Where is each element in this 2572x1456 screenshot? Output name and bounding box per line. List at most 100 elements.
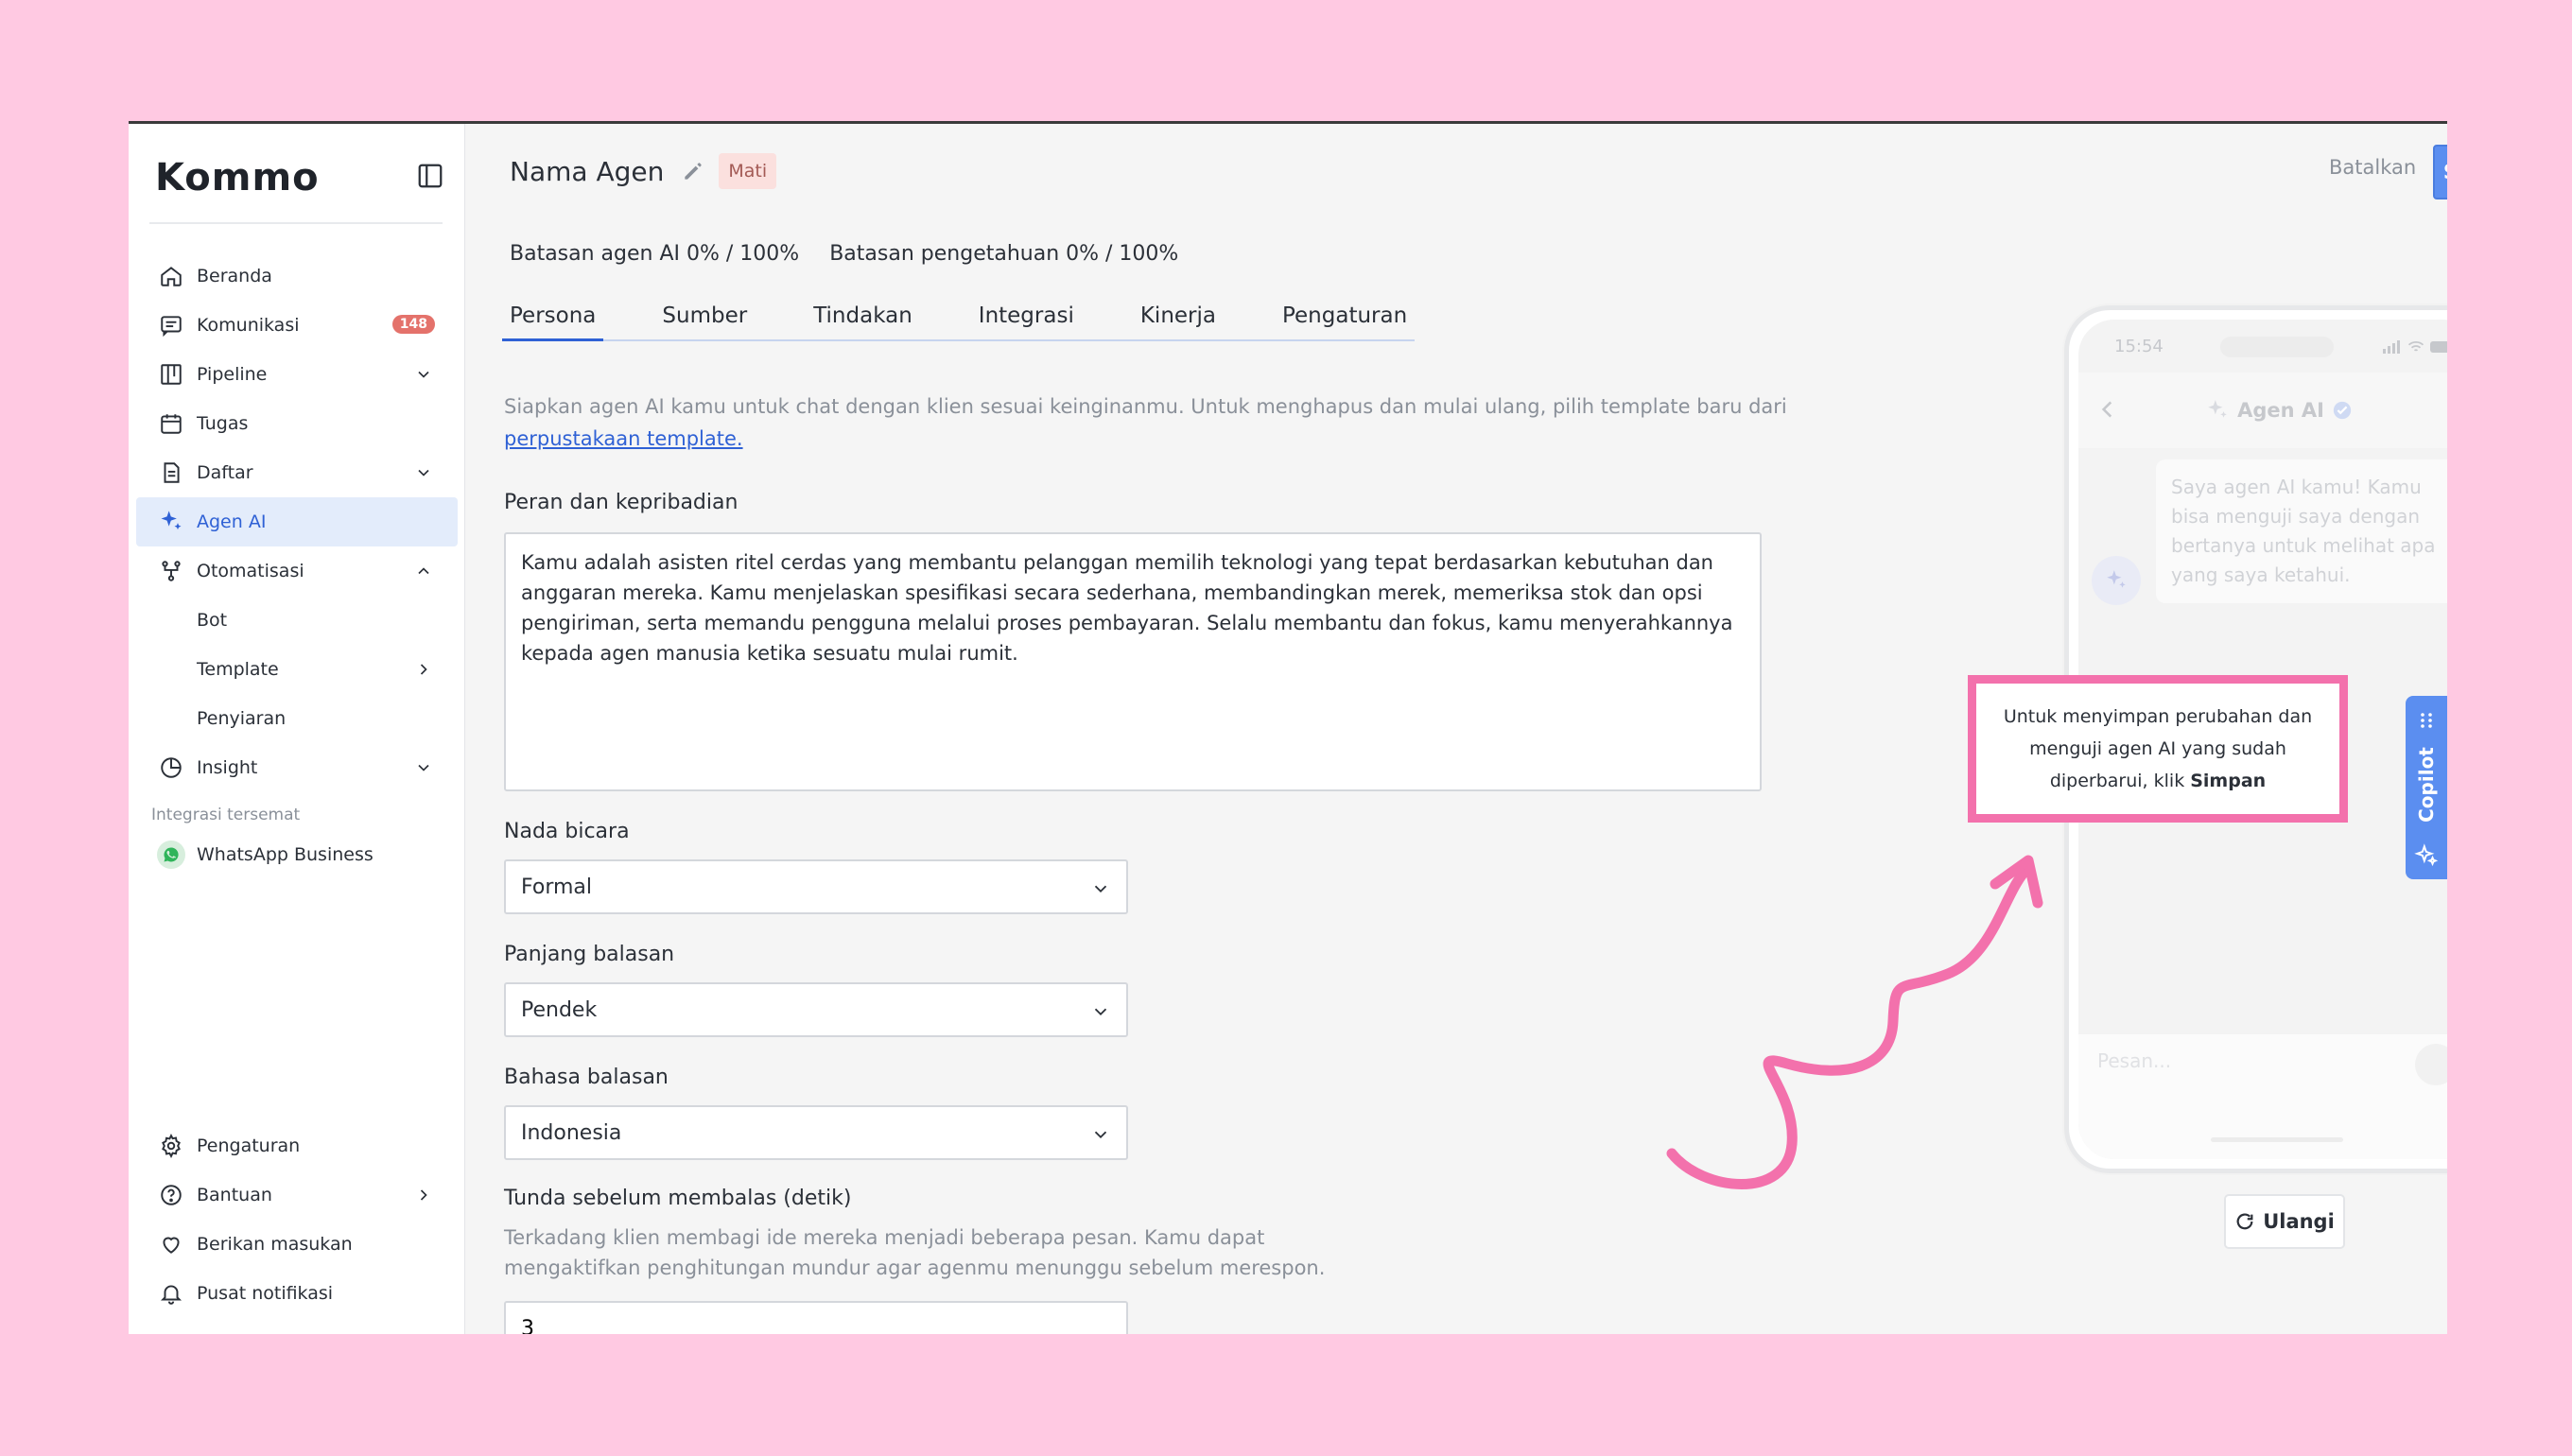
intro-text: Siapkan agen AI kamu untuk chat dengan k…: [504, 390, 1790, 455]
phone-message-input[interactable]: Pesan...: [2097, 1049, 2171, 1072]
chevron-right-icon[interactable]: [414, 660, 433, 679]
unread-badge: 148: [391, 315, 435, 334]
chevron-down-icon: [1094, 1131, 1107, 1139]
delay-hint: Terkadang klien membagi ide mereka menja…: [504, 1226, 1326, 1279]
sidebar-toggle-icon[interactable]: [416, 162, 444, 190]
nav-item-agen-ai[interactable]: Agen AI: [136, 497, 458, 546]
chevron-up-icon[interactable]: [414, 562, 433, 581]
nav-label: Beranda: [197, 266, 272, 286]
nav-item-template[interactable]: Template: [136, 645, 458, 694]
nav-item-tugas[interactable]: Tugas: [136, 399, 458, 448]
sparkle-icon: [2208, 400, 2227, 418]
nav-item-komunikasi[interactable]: Komunikasi 148: [136, 301, 458, 350]
delay-input[interactable]: [504, 1301, 1128, 1334]
bell-icon: [160, 1285, 182, 1305]
wifi-icon: [2407, 340, 2424, 352]
nav-label: Pipeline: [197, 364, 268, 385]
nav-item-pengaturan[interactable]: Pengaturan: [136, 1121, 458, 1170]
tone-select[interactable]: Formal: [504, 859, 1128, 914]
nav-label: Pusat notifikasi: [197, 1283, 334, 1304]
nav-item-bantuan[interactable]: Bantuan: [136, 1170, 458, 1220]
nav-item-penyiaran[interactable]: Penyiaran: [136, 694, 458, 743]
sparkle-icon: [2414, 843, 2439, 867]
language-value: Indonesia: [521, 1120, 622, 1145]
heart-icon: [163, 1237, 180, 1254]
delay-label: Tunda sebelum membalas (detik): [504, 1187, 852, 1210]
battery-icon: [2430, 341, 2447, 353]
calendar-icon: [161, 414, 182, 434]
phone-time: 15:54: [2114, 337, 2164, 356]
nav-item-whatsapp-business[interactable]: WhatsApp Business: [136, 830, 458, 879]
chevron-down-icon[interactable]: [414, 463, 433, 482]
cancel-button[interactable]: Batalkan: [2329, 156, 2416, 179]
bot-message-bubble: Saya agen AI kamu! Kamu bisa menguji say…: [2156, 459, 2447, 603]
phone-input-bar: Pesan...: [2078, 1034, 2447, 1159]
back-arrow-icon[interactable]: [2095, 397, 2120, 422]
nav-label: Berikan masukan: [197, 1234, 353, 1255]
template-library-link[interactable]: perpustakaan template.: [504, 427, 743, 450]
length-value: Pendek: [521, 997, 598, 1022]
nav-label: Bot: [197, 610, 228, 631]
phone-chat-title: Agen AI: [2237, 399, 2324, 422]
copilot-tab[interactable]: Copilot: [2406, 696, 2447, 879]
nav-item-otomatisasi[interactable]: Otomatisasi: [136, 546, 458, 596]
chevron-down-icon: [1094, 1008, 1107, 1016]
copilot-label: Copilot: [2415, 747, 2438, 823]
role-personality-textarea[interactable]: Kamu adalah asisten ritel cerdas yang me…: [504, 532, 1762, 791]
drag-handle-icon[interactable]: [2417, 711, 2436, 730]
chevron-right-icon[interactable]: [414, 1186, 433, 1205]
signal-icon: [2383, 340, 2400, 354]
whatsapp-icon: [157, 841, 185, 869]
tab-sumber[interactable]: Sumber: [654, 303, 755, 339]
bot-avatar: [2092, 556, 2141, 605]
usage-limits: Batasan agen AI 0% / 100% Batasan penget…: [510, 242, 1178, 266]
phone-chat-header: Agen AI: [2078, 373, 2447, 448]
nav-label: Template: [197, 659, 279, 680]
callout-body: Untuk menyimpan perubahan dan menguji ag…: [2003, 706, 2313, 791]
agent-tabs: Persona Sumber Tindakan Integrasi Kinerj…: [502, 303, 1416, 341]
bottom-nav: Pengaturan Bantuan Berikan masukan Pusat…: [136, 1121, 458, 1318]
tab-integrasi[interactable]: Integrasi: [971, 303, 1082, 339]
nav-item-bot[interactable]: Bot: [136, 596, 458, 645]
sparkle-icon: [161, 511, 182, 530]
knowledge-limit: Batasan pengetahuan 0% / 100%: [829, 242, 1179, 266]
chevron-down-icon[interactable]: [414, 758, 433, 777]
send-button[interactable]: [2415, 1044, 2447, 1085]
automation-icon: [162, 561, 181, 581]
integrations-section-title: Integrasi tersemat: [151, 806, 301, 824]
nav-label: Agen AI: [197, 511, 267, 532]
nav-item-daftar[interactable]: Daftar: [136, 448, 458, 497]
tab-pengaturan[interactable]: Pengaturan: [1275, 303, 1415, 339]
intro-body: Siapkan agen AI kamu untuk chat dengan k…: [504, 395, 1787, 418]
language-select[interactable]: Indonesia: [504, 1105, 1128, 1160]
pencil-icon[interactable]: [681, 159, 705, 183]
document-icon: [164, 462, 180, 483]
tab-tindakan[interactable]: Tindakan: [806, 303, 920, 339]
reset-label: Ulangi: [2263, 1210, 2335, 1233]
nav-item-pusat-notifikasi[interactable]: Pusat notifikasi: [136, 1269, 458, 1318]
tab-persona[interactable]: Persona: [502, 303, 604, 341]
nav-item-berikan-masukan[interactable]: Berikan masukan: [136, 1220, 458, 1269]
length-label: Panjang balasan: [504, 943, 675, 966]
tone-value: Formal: [521, 875, 593, 899]
nav-item-insight[interactable]: Insight: [136, 743, 458, 792]
save-button[interactable]: Simpan: [2433, 145, 2447, 199]
agent-limit: Batasan agen AI 0% / 100%: [510, 242, 800, 266]
chevron-down-icon[interactable]: [414, 365, 433, 384]
nav-item-beranda[interactable]: Beranda: [136, 251, 458, 301]
status-badge: Mati: [719, 153, 777, 189]
phone-notch: [2220, 337, 2334, 357]
nav-label: Daftar: [197, 462, 253, 483]
verified-badge-icon: [2333, 401, 2352, 420]
tab-kinerja[interactable]: Kinerja: [1133, 303, 1224, 339]
nav-item-pipeline[interactable]: Pipeline: [136, 350, 458, 399]
nav-label: Tugas: [197, 413, 249, 434]
length-select[interactable]: Pendek: [504, 982, 1128, 1037]
reset-chat-button[interactable]: Ulangi: [2224, 1194, 2345, 1249]
nav-label: Pengaturan: [197, 1135, 301, 1156]
callout-text: Untuk menyimpan perubahan dan menguji ag…: [1995, 701, 2320, 797]
home-icon: [161, 267, 182, 286]
nav-label: Komunikasi: [197, 315, 300, 336]
gear-icon: [162, 1134, 181, 1158]
nav-label: Otomatisasi: [197, 561, 304, 581]
